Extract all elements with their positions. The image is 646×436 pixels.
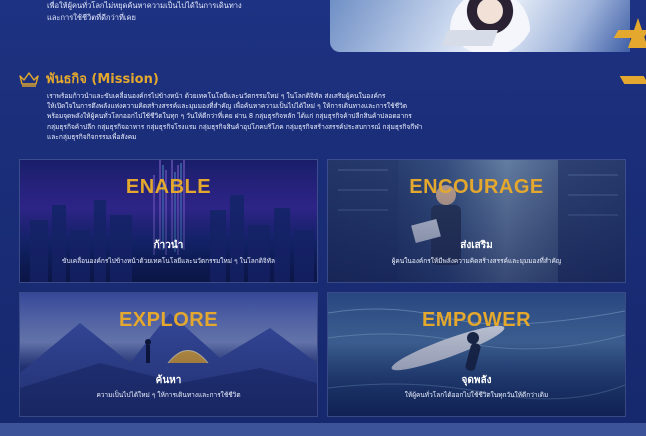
card-thai-title: ค้นหา xyxy=(155,375,182,386)
mission-line: ให้เปิดใจในการดึงพลังแห่งความคิดสร้างสรร… xyxy=(47,102,408,111)
card-description: ความเป็นไปได้ใหม่ ๆ ให้การเดินทางและการใ… xyxy=(96,391,241,399)
mission-line: และกลุ่มธุรกิจกิจกรรมเพื่อสังคม xyxy=(47,132,137,141)
card-encourage[interactable]: ENCOURAGE ส่งเสริม ผู้คนในองค์กรให้มีพลั… xyxy=(327,159,626,283)
intro-text: เพื่อให้ผู้คนทั่วโลกไม่หยุดค้นหาความเป็น… xyxy=(47,0,242,24)
mission-line: พร้อมจุดพลังให้ผู้คนทั่วโลกออกไปใช้ชีวิต… xyxy=(47,112,412,121)
card-explore[interactable]: EXPLORE ค้นหา ความเป็นไปได้ใหม่ ๆ ให้การ… xyxy=(19,292,318,417)
card-word: EMPOWER xyxy=(421,309,532,331)
card-word: ENABLE xyxy=(125,176,212,198)
card-enable[interactable]: ENABLE ก้าวนำ ขับเคลื่อนองค์กรไปข้างหน้า… xyxy=(19,159,318,283)
decor-gold-bar-2 xyxy=(619,76,646,84)
card-thai-title: ส่งเสริม xyxy=(460,240,493,251)
mission-line: กลุ่มธุรกิจค้าปลีก กลุ่มธุรกิจอาหาร กลุ่… xyxy=(47,122,423,131)
card-description: ให้ผู้คนทั่วโลกได้ออกไปใช้ชีวิตในทุกวันใ… xyxy=(404,391,549,399)
card-description: ขับเคลื่อนองค์กรไปข้างหน้าด้วยเทคโนโลยีแ… xyxy=(62,257,275,265)
mission-heading: พันธกิจ (Mission) xyxy=(18,68,159,89)
hero-image xyxy=(330,0,630,52)
mission-body: เราพร้อมก้าวนำและขับเคลื่อนองค์กรไปข้างห… xyxy=(47,91,467,142)
decor-gold-bar xyxy=(613,30,646,38)
card-empower[interactable]: EMPOWER จุดพลัง ให้ผู้คนทั่วโลกได้ออกไปใ… xyxy=(327,292,626,417)
mission-line: เราพร้อมก้าวนำและขับเคลื่อนองค์กรไปข้างห… xyxy=(47,92,386,100)
mission-title: พันธกิจ (Mission) xyxy=(46,72,159,87)
intro-line-2: และการใช้ชีวิตที่ดีกว่าที่เคย xyxy=(47,13,136,22)
intro-line-1: เพื่อให้ผู้คนทั่วโลกไม่หยุดค้นหาความเป็น… xyxy=(47,1,242,10)
card-word: EXPLORE xyxy=(118,309,219,331)
card-thai-title: จุดพลัง xyxy=(461,375,492,386)
crown-icon xyxy=(19,71,39,87)
bottom-band xyxy=(0,423,646,436)
hero-laptop xyxy=(442,30,498,46)
card-thai-title: ก้าวนำ xyxy=(153,240,184,251)
card-word: ENCOURAGE xyxy=(409,176,544,198)
card-description: ผู้คนในองค์กรให้มีพลังความคิดสร้างสรรค์แ… xyxy=(391,257,562,265)
